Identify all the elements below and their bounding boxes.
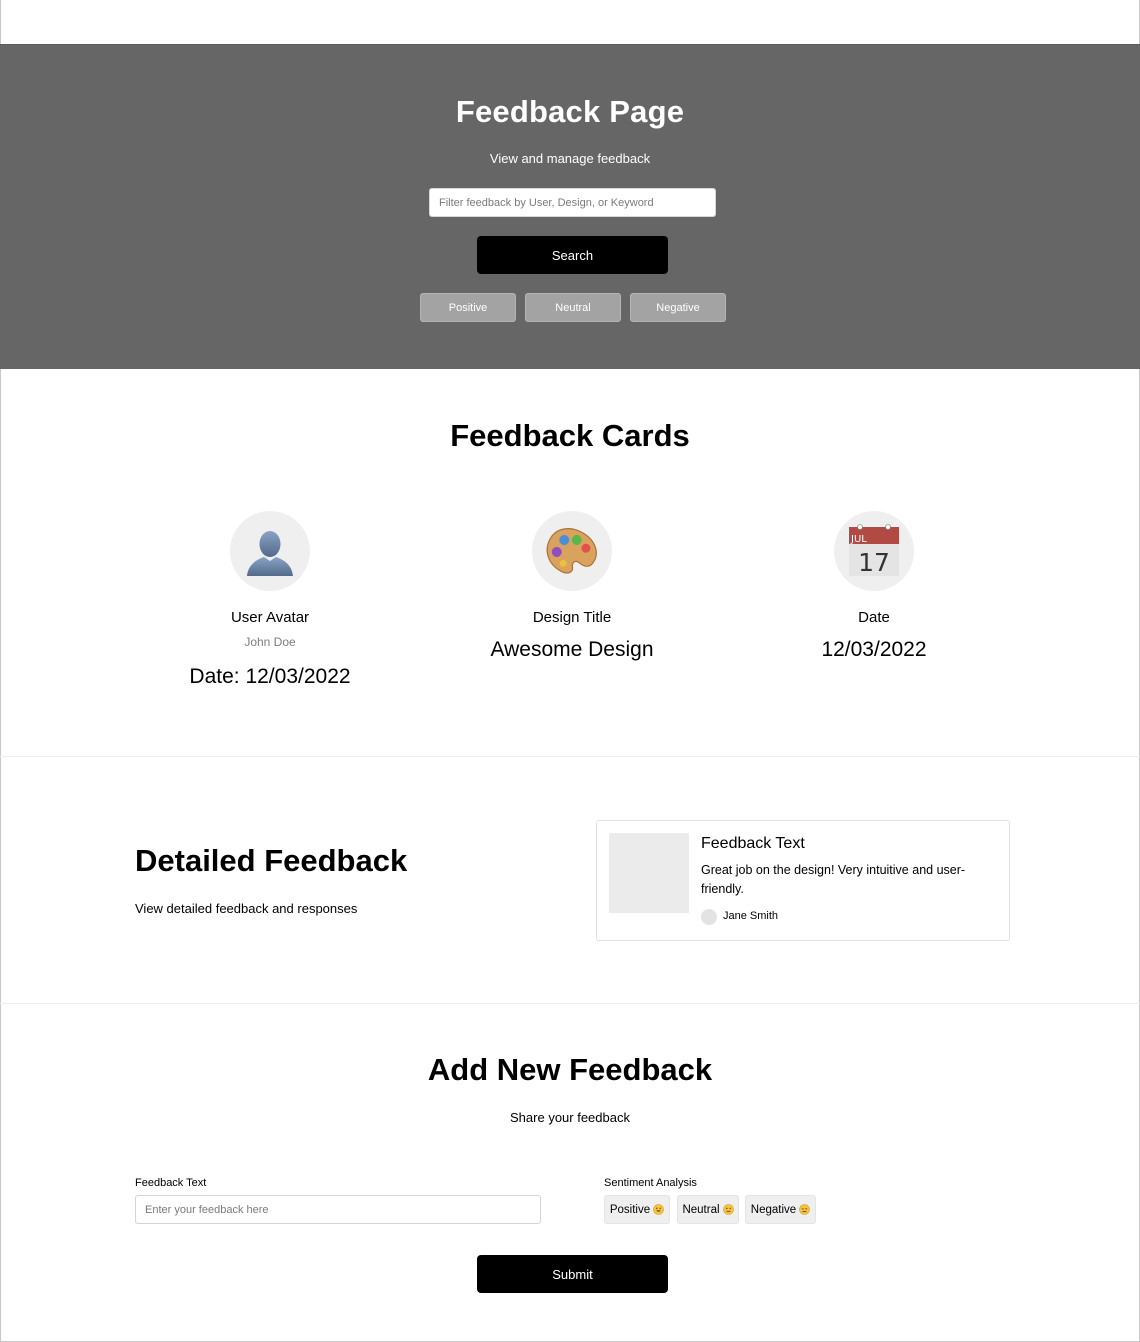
feedback-cards-title: Feedback Cards <box>450 418 690 453</box>
section-divider <box>0 1003 1140 1004</box>
date-card: JUL 17 Date 12/03/2022 <box>754 511 994 662</box>
user-avatar-label: User Avatar <box>230 609 310 626</box>
neutral-face-icon <box>722 1204 734 1215</box>
feedback-author: Jane Smith <box>723 910 779 922</box>
filter-positive-button[interactable]: Positive <box>420 293 516 322</box>
sentiment-negative-button[interactable]: Negative <box>745 1195 816 1224</box>
feedback-card-title: Feedback Text <box>701 835 805 852</box>
filter-input[interactable] <box>429 188 716 217</box>
date-value: 12/03/2022 <box>821 638 927 661</box>
filter-negative-button[interactable]: Negative <box>630 293 726 322</box>
sentiment-label: Sentiment Analysis <box>604 1177 697 1189</box>
sentiment-positive-button[interactable]: Positive <box>604 1195 670 1224</box>
sentiment-positive-label: Positive <box>609 1203 651 1216</box>
add-feedback-subtitle: Share your feedback <box>510 1110 630 1125</box>
feedback-thumbnail <box>609 833 689 913</box>
sentiment-neutral-button[interactable]: Neutral <box>677 1195 739 1224</box>
user-card: User Avatar John Doe Date: 12/03/2022 <box>150 511 390 689</box>
hero-header: Feedback Page View and manage feedback S… <box>0 44 1140 369</box>
design-icon-circle <box>532 511 612 591</box>
author-avatar <box>701 909 717 925</box>
sad-face-icon <box>799 1204 810 1215</box>
calendar-icon: JUL 17 <box>849 524 899 577</box>
user-name: John Doe <box>244 635 296 649</box>
calendar-month: JUL <box>850 534 867 545</box>
page-subtitle: View and manage feedback <box>489 151 651 166</box>
smiling-face-icon <box>653 1204 664 1215</box>
sentiment-neutral-label: Neutral <box>682 1203 720 1216</box>
calendar-day: 17 <box>858 548 890 577</box>
feedback-text-input[interactable] <box>135 1195 541 1224</box>
user-feedback-date: Date: 12/03/2022 <box>189 665 351 688</box>
filter-neutral-button[interactable]: Neutral <box>525 293 621 322</box>
date-label: Date <box>858 609 890 626</box>
design-title-label: Design Title <box>532 609 612 626</box>
page-title: Feedback Page <box>455 94 685 129</box>
feedback-detail-card[interactable]: Feedback Text Great job on the design! V… <box>596 820 1010 941</box>
date-icon-circle: JUL 17 <box>834 511 914 591</box>
user-avatar-circle <box>230 511 310 591</box>
submit-button[interactable]: Submit <box>477 1255 668 1293</box>
section-divider <box>0 756 1140 757</box>
design-title-value: Awesome Design <box>490 638 654 661</box>
user-silhouette-icon <box>247 531 293 576</box>
detailed-feedback-subtitle: View detailed feedback and responses <box>135 901 358 916</box>
add-feedback-title: Add New Feedback <box>427 1052 713 1087</box>
design-card: Design Title Awesome Design <box>452 511 692 662</box>
sentiment-negative-label: Negative <box>750 1203 797 1216</box>
palette-icon <box>546 528 597 574</box>
feedback-card-text: Great job on the design! Very intuitive … <box>701 863 966 896</box>
search-button[interactable]: Search <box>477 236 668 274</box>
feedback-text-label: Feedback Text <box>135 1177 207 1189</box>
detailed-feedback-title: Detailed Feedback <box>135 843 408 878</box>
